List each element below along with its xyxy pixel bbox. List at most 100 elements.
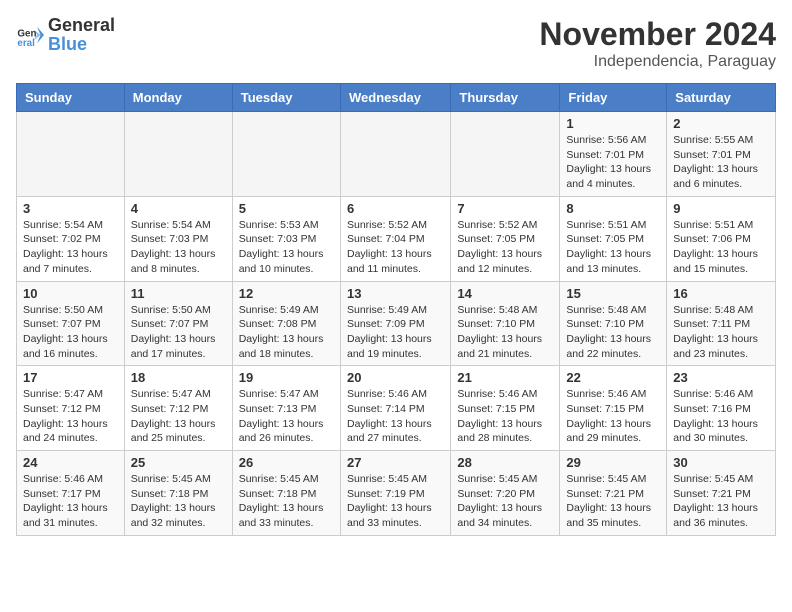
day-info: Sunrise: 5:50 AM Sunset: 7:07 PM Dayligh… <box>131 303 226 362</box>
title-area: November 2024 Independencia, Paraguay <box>539 16 776 71</box>
day-cell: 19 Sunrise: 5:47 AM Sunset: 7:13 PM Dayli… <box>232 366 340 451</box>
day-cell <box>451 112 560 197</box>
day-cell: 16 Sunrise: 5:48 AM Sunset: 7:11 PM Dayli… <box>667 281 776 366</box>
day-cell: 10Sunrise: 5:50 AM Sunset: 7:07 PM Dayli… <box>17 281 125 366</box>
week-row-2: 3 Sunrise: 5:54 AM Sunset: 7:02 PM Daylig… <box>17 196 776 281</box>
day-info: Sunrise: 5:45 AM Sunset: 7:18 PM Dayligh… <box>239 472 334 531</box>
day-number: 17 <box>23 370 118 385</box>
day-info: Sunrise: 5:48 AM Sunset: 7:10 PM Dayligh… <box>566 303 660 362</box>
month-title: November 2024 <box>539 16 776 53</box>
day-info: Sunrise: 5:45 AM Sunset: 7:20 PM Dayligh… <box>457 472 553 531</box>
day-info: Sunrise: 5:51 AM Sunset: 7:06 PM Dayligh… <box>673 218 769 277</box>
day-cell <box>232 112 340 197</box>
day-cell: 2 Sunrise: 5:55 AM Sunset: 7:01 PM Daylig… <box>667 112 776 197</box>
day-cell: 28 Sunrise: 5:45 AM Sunset: 7:20 PM Dayli… <box>451 451 560 536</box>
day-info: Sunrise: 5:45 AM Sunset: 7:21 PM Dayligh… <box>566 472 660 531</box>
day-info: Sunrise: 5:45 AM Sunset: 7:21 PM Dayligh… <box>673 472 769 531</box>
day-info: Sunrise: 5:48 AM Sunset: 7:10 PM Dayligh… <box>457 303 553 362</box>
day-header-tuesday: Tuesday <box>232 84 340 112</box>
day-info: Sunrise: 5:52 AM Sunset: 7:04 PM Dayligh… <box>347 218 444 277</box>
day-header-wednesday: Wednesday <box>340 84 450 112</box>
day-cell: 7 Sunrise: 5:52 AM Sunset: 7:05 PM Daylig… <box>451 196 560 281</box>
day-info: Sunrise: 5:55 AM Sunset: 7:01 PM Dayligh… <box>673 133 769 192</box>
day-number: 24 <box>23 455 118 470</box>
day-cell: 25 Sunrise: 5:45 AM Sunset: 7:18 PM Dayli… <box>124 451 232 536</box>
day-cell: 9 Sunrise: 5:51 AM Sunset: 7:06 PM Daylig… <box>667 196 776 281</box>
day-number: 30 <box>673 455 769 470</box>
day-cell: 24Sunrise: 5:46 AM Sunset: 7:17 PM Dayli… <box>17 451 125 536</box>
day-info: Sunrise: 5:45 AM Sunset: 7:19 PM Dayligh… <box>347 472 444 531</box>
day-number: 27 <box>347 455 444 470</box>
day-number: 12 <box>239 286 334 301</box>
day-number: 8 <box>566 201 660 216</box>
day-cell: 26 Sunrise: 5:45 AM Sunset: 7:18 PM Dayli… <box>232 451 340 536</box>
day-number: 14 <box>457 286 553 301</box>
week-row-3: 10Sunrise: 5:50 AM Sunset: 7:07 PM Dayli… <box>17 281 776 366</box>
day-info: Sunrise: 5:46 AM Sunset: 7:16 PM Dayligh… <box>673 387 769 446</box>
day-info: Sunrise: 5:48 AM Sunset: 7:11 PM Dayligh… <box>673 303 769 362</box>
day-cell: 3 Sunrise: 5:54 AM Sunset: 7:02 PM Daylig… <box>17 196 125 281</box>
day-info: Sunrise: 5:52 AM Sunset: 7:05 PM Dayligh… <box>457 218 553 277</box>
day-number: 2 <box>673 116 769 131</box>
day-number: 18 <box>131 370 226 385</box>
day-info: Sunrise: 5:45 AM Sunset: 7:18 PM Dayligh… <box>131 472 226 531</box>
day-cell: 11Sunrise: 5:50 AM Sunset: 7:07 PM Dayli… <box>124 281 232 366</box>
day-cell: 29 Sunrise: 5:45 AM Sunset: 7:21 PM Dayli… <box>560 451 667 536</box>
day-cell: 22 Sunrise: 5:46 AM Sunset: 7:15 PM Dayli… <box>560 366 667 451</box>
day-number: 13 <box>347 286 444 301</box>
day-number: 19 <box>239 370 334 385</box>
day-cell: 4Sunrise: 5:54 AM Sunset: 7:03 PM Daylig… <box>124 196 232 281</box>
week-row-1: 1 Sunrise: 5:56 AM Sunset: 7:01 PM Daylig… <box>17 112 776 197</box>
day-cell: 30 Sunrise: 5:45 AM Sunset: 7:21 PM Dayli… <box>667 451 776 536</box>
day-cell: 5 Sunrise: 5:53 AM Sunset: 7:03 PM Daylig… <box>232 196 340 281</box>
day-cell: 15 Sunrise: 5:48 AM Sunset: 7:10 PM Dayli… <box>560 281 667 366</box>
day-cell: 8Sunrise: 5:51 AM Sunset: 7:05 PM Daylig… <box>560 196 667 281</box>
day-number: 29 <box>566 455 660 470</box>
day-info: Sunrise: 5:49 AM Sunset: 7:09 PM Dayligh… <box>347 303 444 362</box>
logo-icon: Gen eral <box>16 21 44 49</box>
day-number: 4 <box>131 201 226 216</box>
day-info: Sunrise: 5:50 AM Sunset: 7:07 PM Dayligh… <box>23 303 118 362</box>
day-number: 6 <box>347 201 444 216</box>
day-number: 5 <box>239 201 334 216</box>
location-title: Independencia, Paraguay <box>539 53 776 71</box>
day-number: 25 <box>131 455 226 470</box>
day-number: 9 <box>673 201 769 216</box>
day-number: 15 <box>566 286 660 301</box>
day-cell: 17 Sunrise: 5:47 AM Sunset: 7:12 PM Dayli… <box>17 366 125 451</box>
day-number: 16 <box>673 286 769 301</box>
day-cell: 14 Sunrise: 5:48 AM Sunset: 7:10 PM Dayli… <box>451 281 560 366</box>
header: Gen eral General Blue November 2024 Inde… <box>16 16 776 71</box>
day-info: Sunrise: 5:49 AM Sunset: 7:08 PM Dayligh… <box>239 303 334 362</box>
day-info: Sunrise: 5:46 AM Sunset: 7:14 PM Dayligh… <box>347 387 444 446</box>
day-cell: 21 Sunrise: 5:46 AM Sunset: 7:15 PM Dayli… <box>451 366 560 451</box>
day-number: 1 <box>566 116 660 131</box>
day-info: Sunrise: 5:53 AM Sunset: 7:03 PM Dayligh… <box>239 218 334 277</box>
day-info: Sunrise: 5:54 AM Sunset: 7:02 PM Dayligh… <box>23 218 118 277</box>
calendar: SundayMondayTuesdayWednesdayThursdayFrid… <box>16 83 776 536</box>
day-header-friday: Friday <box>560 84 667 112</box>
day-info: Sunrise: 5:46 AM Sunset: 7:15 PM Dayligh… <box>457 387 553 446</box>
day-number: 26 <box>239 455 334 470</box>
day-header-thursday: Thursday <box>451 84 560 112</box>
day-info: Sunrise: 5:47 AM Sunset: 7:13 PM Dayligh… <box>239 387 334 446</box>
svg-text:eral: eral <box>17 38 35 49</box>
day-number: 3 <box>23 201 118 216</box>
day-header-saturday: Saturday <box>667 84 776 112</box>
day-number: 22 <box>566 370 660 385</box>
day-cell: 20Sunrise: 5:46 AM Sunset: 7:14 PM Dayli… <box>340 366 450 451</box>
day-cell: 18 Sunrise: 5:47 AM Sunset: 7:12 PM Dayli… <box>124 366 232 451</box>
day-number: 21 <box>457 370 553 385</box>
day-number: 7 <box>457 201 553 216</box>
day-number: 28 <box>457 455 553 470</box>
day-info: Sunrise: 5:47 AM Sunset: 7:12 PM Dayligh… <box>131 387 226 446</box>
day-header-sunday: Sunday <box>17 84 125 112</box>
day-info: Sunrise: 5:56 AM Sunset: 7:01 PM Dayligh… <box>566 133 660 192</box>
logo: Gen eral General Blue <box>16 16 115 54</box>
week-row-5: 24Sunrise: 5:46 AM Sunset: 7:17 PM Dayli… <box>17 451 776 536</box>
calendar-header: SundayMondayTuesdayWednesdayThursdayFrid… <box>17 84 776 112</box>
logo-blue: Blue <box>48 34 87 54</box>
day-cell <box>340 112 450 197</box>
day-info: Sunrise: 5:47 AM Sunset: 7:12 PM Dayligh… <box>23 387 118 446</box>
day-info: Sunrise: 5:46 AM Sunset: 7:15 PM Dayligh… <box>566 387 660 446</box>
